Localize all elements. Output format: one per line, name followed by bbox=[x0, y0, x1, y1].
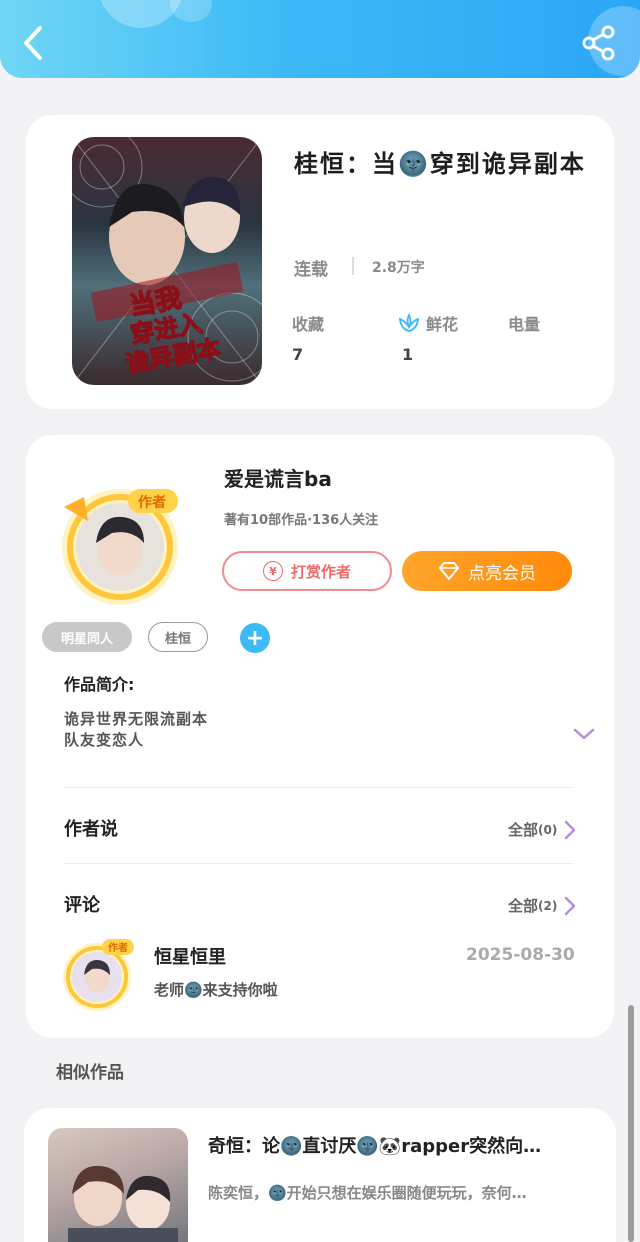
flowers-count: 1 bbox=[402, 345, 414, 364]
author-badge: 作者 bbox=[138, 494, 166, 511]
tip-author-button[interactable]: ¥ 打赏作者 bbox=[222, 551, 392, 591]
book-title: 桂恒：当🌚穿到诡异副本 bbox=[294, 150, 586, 178]
yen-icon: ¥ bbox=[262, 561, 283, 581]
share-icon bbox=[582, 25, 615, 61]
flowers-label: 鲜花 bbox=[426, 315, 459, 334]
intro-line: 队友变恋人 bbox=[64, 731, 145, 749]
energy-label[interactable]: 电量 bbox=[508, 311, 540, 335]
similar-works-title: 相似作品 bbox=[56, 1063, 124, 1083]
divider bbox=[64, 787, 574, 788]
author-card: 作者 爱是谎言ba 著有10部作品·136人关注 ¥ 打赏作者 点亮会员 明星同… bbox=[26, 435, 614, 1038]
divider bbox=[352, 257, 354, 275]
comment-avatar[interactable]: 作者 bbox=[58, 935, 136, 1013]
similar-work-desc: 陈奕恒，🌚开始只想在娱乐圈随便玩玩，奈何… bbox=[208, 1184, 527, 1202]
diamond-icon bbox=[439, 562, 459, 580]
count: (2) bbox=[538, 898, 558, 913]
back-button[interactable] bbox=[18, 24, 52, 62]
comment-date: 2025-08-30 bbox=[466, 945, 575, 965]
author-avatar[interactable]: 作者 bbox=[54, 477, 186, 609]
comments-title: 评论 bbox=[64, 895, 100, 916]
favorites-label[interactable]: 收藏 bbox=[292, 311, 324, 335]
comments-all-link[interactable]: 全部 (2) bbox=[508, 895, 577, 916]
vip-button[interactable]: 点亮会员 bbox=[402, 551, 572, 591]
tag-chip[interactable]: 桂恒 bbox=[148, 622, 208, 652]
author-says-all-link[interactable]: 全部 (0) bbox=[508, 819, 577, 840]
top-bar bbox=[0, 0, 640, 78]
intro-text: 诡异世界无限流副本 队友变恋人 bbox=[64, 709, 208, 751]
chevron-down-icon bbox=[573, 728, 595, 740]
flower-icon bbox=[398, 313, 420, 332]
similar-work-title: 奇恒：论🌚直讨厌🌚🐼rapper突然向… bbox=[208, 1136, 542, 1157]
book-info-card: 当我 穿进入 诡异副本 桂恒：当🌚穿到诡异副本 连载 2.8万字 收藏 7 鲜花… bbox=[26, 115, 614, 409]
tag-chip[interactable]: 明星同人 bbox=[42, 622, 132, 652]
share-button[interactable] bbox=[580, 24, 618, 62]
comment-username[interactable]: 恒星恒里 bbox=[154, 943, 226, 969]
flowers-stat[interactable]: 鲜花 bbox=[398, 311, 458, 335]
author-stats: 著有10部作品·136人关注 bbox=[224, 513, 379, 528]
chevron-left-icon bbox=[24, 26, 42, 60]
all-label: 全部 bbox=[508, 821, 539, 839]
intro-line: 诡异世界无限流副本 bbox=[64, 710, 209, 728]
word-count: 2.8万字 bbox=[372, 260, 425, 276]
similar-work-cover[interactable] bbox=[48, 1128, 188, 1242]
divider bbox=[64, 863, 574, 864]
expand-intro-button[interactable] bbox=[572, 725, 596, 743]
comment-avatar-badge: 作者 bbox=[108, 941, 128, 954]
add-tag-button[interactable]: + bbox=[240, 623, 270, 653]
vip-label: 点亮会员 bbox=[468, 563, 536, 584]
similar-work-card[interactable]: 奇恒：论🌚直讨厌🌚🐼rapper突然向… 陈奕恒，🌚开始只想在娱乐圈随便玩玩，奈… bbox=[24, 1108, 616, 1242]
count: (0) bbox=[538, 822, 558, 837]
favorites-count: 7 bbox=[292, 345, 304, 364]
book-cover-image[interactable]: 当我 穿进入 诡异副本 bbox=[72, 137, 262, 385]
author-says-title: 作者说 bbox=[64, 819, 118, 840]
serial-status: 连载 bbox=[294, 260, 328, 280]
all-label: 全部 bbox=[508, 897, 539, 915]
scrollbar[interactable] bbox=[628, 1005, 634, 1242]
chevron-right-icon bbox=[565, 896, 576, 915]
chevron-right-icon bbox=[565, 820, 576, 839]
cover-art: 当我 穿进入 诡异副本 bbox=[72, 137, 262, 385]
author-name[interactable]: 爱是谎言ba bbox=[224, 463, 332, 492]
decor-bubble bbox=[170, 0, 212, 22]
comment-text: 老师🌚来支持你啦 bbox=[154, 981, 278, 999]
intro-label: 作品简介: bbox=[64, 675, 135, 694]
tip-author-label: 打赏作者 bbox=[290, 562, 351, 581]
